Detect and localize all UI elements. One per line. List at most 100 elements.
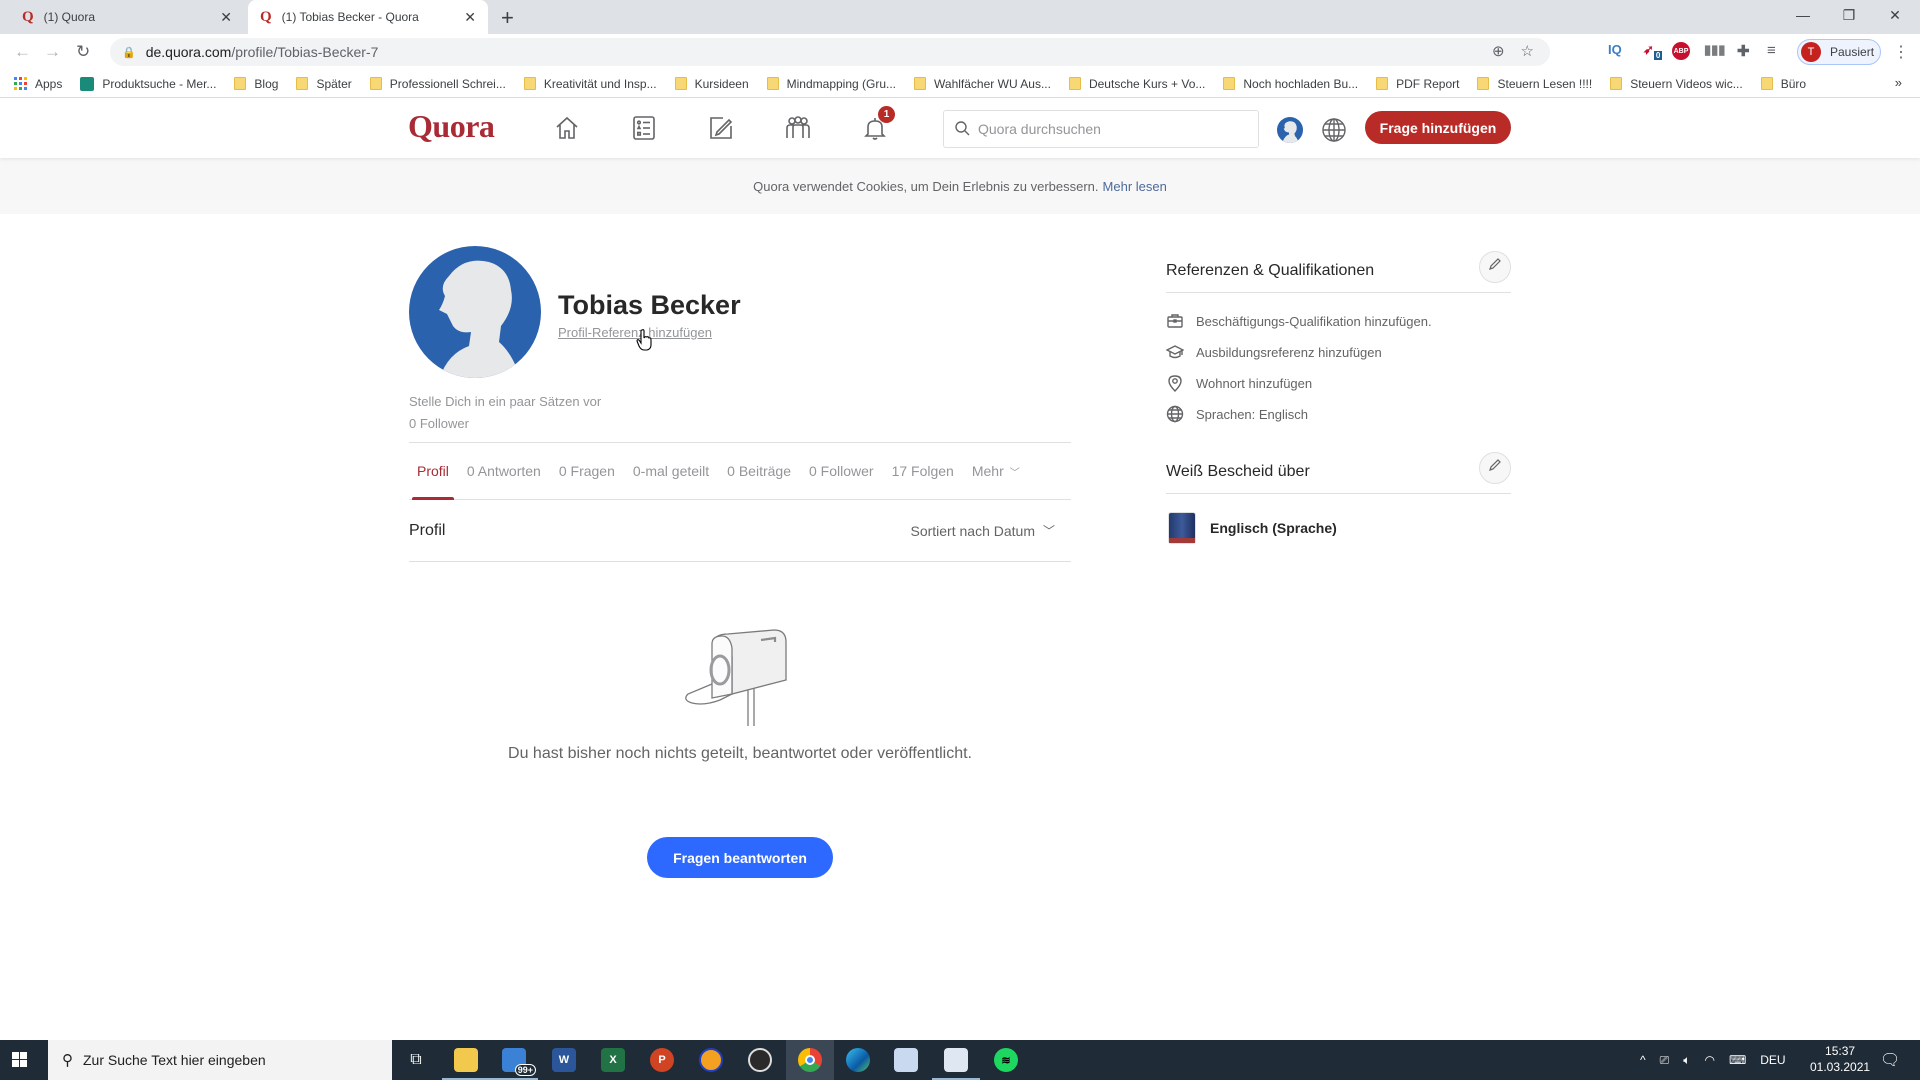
search-input[interactable] [978,121,1248,137]
answer-questions-button[interactable]: Fragen beantworten [647,837,833,878]
bookmarks-overflow-icon[interactable]: » [1895,75,1902,90]
profile-button[interactable]: T Pausiert [1797,39,1881,65]
bookmark-folder[interactable]: Später [296,77,352,91]
credential-location[interactable]: Wohnort hinzufügen [1166,374,1312,392]
bookmark-star-icon[interactable]: ☆ [1521,42,1534,60]
close-window-icon[interactable]: ✕ [1872,0,1918,30]
app-icon[interactable] [894,1048,918,1072]
tab-followers[interactable]: 0 Follower [809,443,874,499]
mail-app-icon[interactable]: 99+ [490,1048,538,1080]
zoom-icon[interactable]: ⊕ [1492,42,1505,60]
bookmark-folder[interactable]: Kursideen [674,77,749,91]
extensions-puzzle-icon[interactable]: ✚ [1737,42,1750,60]
media-control-icon[interactable]: ≡ [1767,42,1776,59]
taskbar-search-box[interactable]: ⚲ Zur Suche Text hier eingeben [48,1040,392,1080]
bookmark-folder[interactable]: Mindmapping (Gru... [766,77,896,91]
bookmark-folder[interactable]: Steuern Lesen !!!! [1477,77,1592,91]
bookmark-folder[interactable]: Blog [234,77,278,91]
edit-knows-about-button[interactable] [1479,451,1511,484]
quora-search-box[interactable] [943,110,1259,148]
show-hidden-icons-chevron[interactable]: ^ [1640,1053,1646,1067]
volume-icon[interactable]: 🔈︎ [1683,1053,1690,1068]
wifi-icon[interactable]: ◠ [1704,1053,1714,1067]
touch-keyboard-icon[interactable]: ⌨ [1729,1053,1746,1067]
new-tab-button[interactable]: + [501,5,514,31]
bookmark-folder[interactable]: Kreativität und Insp... [523,77,657,91]
restore-icon[interactable]: ❐ [1826,0,1872,30]
credential-education[interactable]: Ausbildungsreferenz hinzufügen [1166,343,1382,361]
bookmark-label: Deutsche Kurs + Vo... [1088,76,1206,91]
browser-menu-icon[interactable]: ⋮ [1893,42,1909,62]
adblock-plus-icon[interactable]: ABP [1672,42,1690,60]
word-icon[interactable]: W [552,1048,576,1072]
tab-shares[interactable]: 0-mal geteilt [633,443,709,499]
bookmark-folder[interactable]: Professionell Schrei... [369,77,506,91]
edit-credentials-button[interactable] [1479,250,1511,283]
close-tab-icon[interactable]: ✕ [464,9,476,26]
tab-more[interactable]: Mehr ﹀ [972,443,1020,499]
bookmark-item[interactable]: Produktsuche - Mer... [80,76,216,91]
bookmark-label: Apps [35,76,63,91]
bookmark-label: Büro [1780,76,1807,91]
edge-icon[interactable] [846,1048,870,1072]
notepad-app-icon[interactable] [932,1048,980,1080]
taskbar-clock[interactable]: 15:37 01.03.2021 [1810,1043,1870,1075]
home-icon[interactable] [551,112,583,144]
hand-cursor-icon [636,329,654,356]
iq-extension-icon[interactable]: IQ [1608,42,1622,57]
tab-answers[interactable]: 0 Antworten [467,443,541,499]
profile-avatar[interactable] [409,246,541,378]
bio-placeholder[interactable]: Stelle Dich in ein paar Sätzen vor [409,394,601,409]
meet-now-icon[interactable]: ⎚ [1660,1053,1670,1068]
file-explorer-icon[interactable] [442,1048,490,1080]
bookmark-apps[interactable]: Apps [14,77,62,91]
powerpoint-icon[interactable]: P [650,1048,674,1072]
notifications-bell-icon[interactable]: 1 [859,106,895,144]
bookmark-folder[interactable]: PDF Report [1376,77,1459,91]
input-language[interactable]: DEU [1760,1053,1785,1067]
forward-icon[interactable]: → [44,42,61,62]
credential-employment[interactable]: Beschäftigungs-Qualifikation hinzufügen. [1166,312,1432,330]
browser-tab-active[interactable]: Q (1) Tobias Becker - Quora ✕ [248,0,488,34]
tab-posts[interactable]: 0 Beiträge [727,443,791,499]
add-profile-credential-link[interactable]: Profil-Referenz hinzufügen [558,325,712,340]
address-bar[interactable]: 🔒 de.quora.com/profile/Tobias-Becker-7 ⊕… [110,38,1550,66]
tab-title: (1) Tobias Becker - Quora [281,10,419,24]
add-question-button[interactable]: Frage hinzufügen [1365,111,1511,144]
bookmark-folder[interactable]: Büro [1760,76,1807,91]
sort-dropdown[interactable]: Sortiert nach Datum ﹀ [910,522,1055,539]
task-view-icon[interactable]: ⧉ [404,1048,428,1072]
back-icon[interactable]: ← [14,42,31,62]
site-favicon-icon [80,76,95,91]
write-icon[interactable] [705,112,737,144]
bookmark-folder[interactable]: Steuern Videos wic... [1610,77,1743,91]
spaces-icon[interactable] [782,112,814,144]
bookmark-folder[interactable]: Wahlfächer WU Aus... [914,77,1051,91]
spotify-icon[interactable]: ≋ [994,1048,1018,1072]
answer-list-icon[interactable] [628,112,660,144]
minimize-icon[interactable]: — [1780,0,1826,30]
quora-logo[interactable]: Quora [408,108,495,145]
cookie-read-more-link[interactable]: Mehr lesen [1103,179,1167,194]
credential-language[interactable]: Sprachen: Englisch [1166,405,1308,423]
excel-icon[interactable]: X [601,1048,625,1072]
bird-extension-icon[interactable]: ➶ 0 [1643,42,1663,60]
bookmark-folder[interactable]: Noch hochladen Bu... [1223,77,1358,91]
close-tab-icon[interactable]: ✕ [220,9,232,26]
windows-start-icon[interactable] [12,1052,27,1067]
bookmark-folder[interactable]: Deutsche Kurs + Vo... [1068,76,1206,91]
chrome-icon[interactable] [798,1048,822,1072]
follower-count[interactable]: 0 Follower [409,416,469,431]
stats-extension-icon[interactable]: ▮▮▮ [1704,42,1725,58]
tab-following[interactable]: 17 Folgen [892,443,954,499]
user-avatar-small[interactable] [1277,117,1303,143]
tab-profile[interactable]: Profil [412,443,454,500]
obs-icon[interactable] [748,1048,772,1072]
topic-item[interactable]: Englisch (Sprache) [1168,512,1337,544]
audacity-icon[interactable] [699,1048,723,1072]
tab-questions[interactable]: 0 Fragen [559,443,615,499]
browser-tab[interactable]: Q (1) Quora ✕ [12,0,244,34]
language-globe-icon[interactable] [1321,117,1347,148]
reload-icon[interactable]: ↻ [76,42,90,62]
notification-center-icon[interactable]: 🗨︎ [1880,1040,1900,1080]
